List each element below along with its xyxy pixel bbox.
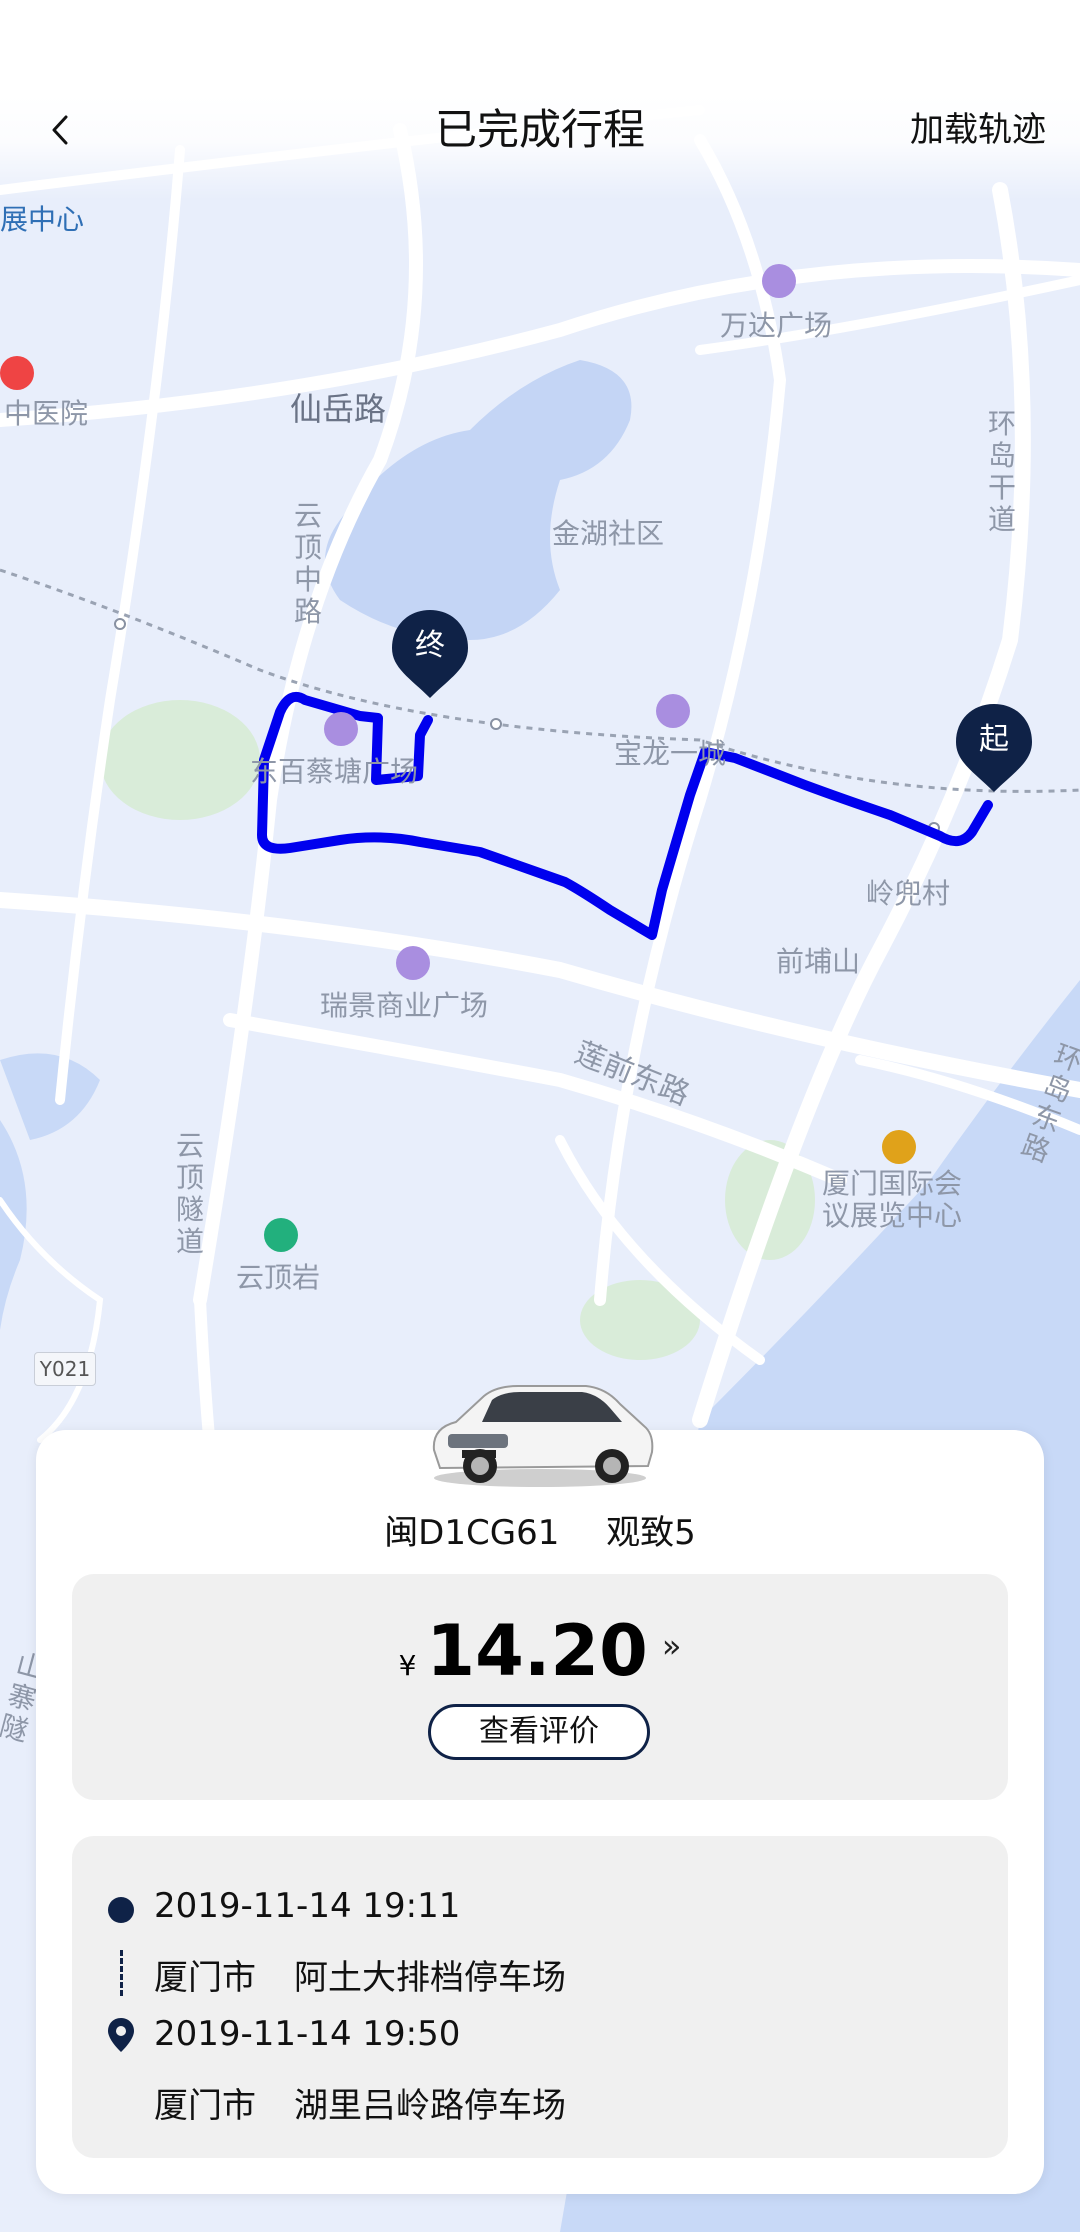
- start-location: 厦门市 阿土大排档停车场: [154, 1950, 566, 1999]
- road-code-badge: Y021: [34, 1352, 96, 1386]
- start-place: 阿土大排档停车场: [294, 1958, 566, 1998]
- map-label-hospital: 中医院: [4, 397, 89, 430]
- route-dashed-line: [120, 1950, 123, 1996]
- plate-number: 闽D1CG61: [384, 1513, 560, 1553]
- vehicle-info: 闽D1CG61 观致5: [36, 1505, 1044, 1554]
- car-image: [432, 1385, 654, 1487]
- start-dot-icon: [108, 1897, 134, 1923]
- back-button[interactable]: [40, 100, 80, 160]
- shopping-icon: [396, 946, 430, 980]
- end-time: 2019-11-14 19:50: [154, 2014, 461, 2054]
- car-model: 观致5: [606, 1513, 696, 1553]
- map-label-ruijing: 瑞景商业广场: [320, 989, 489, 1022]
- map-label-lingdou: 岭兜村: [866, 877, 951, 910]
- currency-symbol: ¥: [398, 1649, 417, 1682]
- map-label-conference: 厦门国际会议展览中心: [822, 1167, 963, 1232]
- map-label-jinhu: 金湖社区: [552, 517, 665, 550]
- end-city: 厦门市: [154, 2086, 256, 2126]
- start-city: 厦门市: [154, 1958, 256, 1998]
- fare-amount-row[interactable]: ¥14.20 »: [72, 1610, 1008, 1692]
- map-label-center: 展中心: [0, 203, 85, 236]
- double-chevron-right-icon[interactable]: »: [662, 1627, 682, 1665]
- load-track-button[interactable]: 加载轨迹: [910, 100, 1046, 160]
- chevron-left-icon: [52, 115, 68, 145]
- end-marker-label: 终: [415, 628, 445, 663]
- start-time: 2019-11-14 19:11: [154, 1886, 461, 1926]
- map-label-yunding-tunnel: 云顶隧道: [175, 1129, 204, 1258]
- end-location: 厦门市 湖里吕岭路停车场: [154, 2078, 566, 2127]
- map-label-xianyue-road: 仙岳路: [290, 390, 387, 428]
- end-marker[interactable]: 终: [388, 606, 472, 702]
- map-label-huandao-gan: 环岛干道: [987, 407, 1016, 536]
- end-place: 湖里吕岭路停车场: [294, 2086, 566, 2126]
- view-review-button[interactable]: 查看评价: [428, 1704, 650, 1760]
- map-label-dongbai: 东百蔡塘广场: [250, 755, 419, 788]
- start-marker[interactable]: 起: [952, 700, 1036, 796]
- shopping-icon: [324, 712, 358, 746]
- map-label-baolong: 宝龙一城: [614, 737, 727, 770]
- shopping-icon: [762, 264, 796, 298]
- fare-amount: 14.20: [426, 1610, 648, 1692]
- map-label-yundingyan: 云顶岩: [236, 1261, 321, 1294]
- start-marker-label: 起: [979, 722, 1009, 757]
- shopping-icon: [656, 694, 690, 728]
- location-pin-icon: [108, 2018, 134, 2052]
- hospital-icon: [0, 356, 34, 390]
- map-label-qianpu: 前埔山: [776, 945, 861, 978]
- map-label-wanda: 万达广场: [720, 309, 833, 342]
- map-label-yunding-zhong: 云顶中路: [293, 499, 322, 628]
- mountain-icon: [264, 1218, 298, 1252]
- museum-icon: [882, 1130, 916, 1164]
